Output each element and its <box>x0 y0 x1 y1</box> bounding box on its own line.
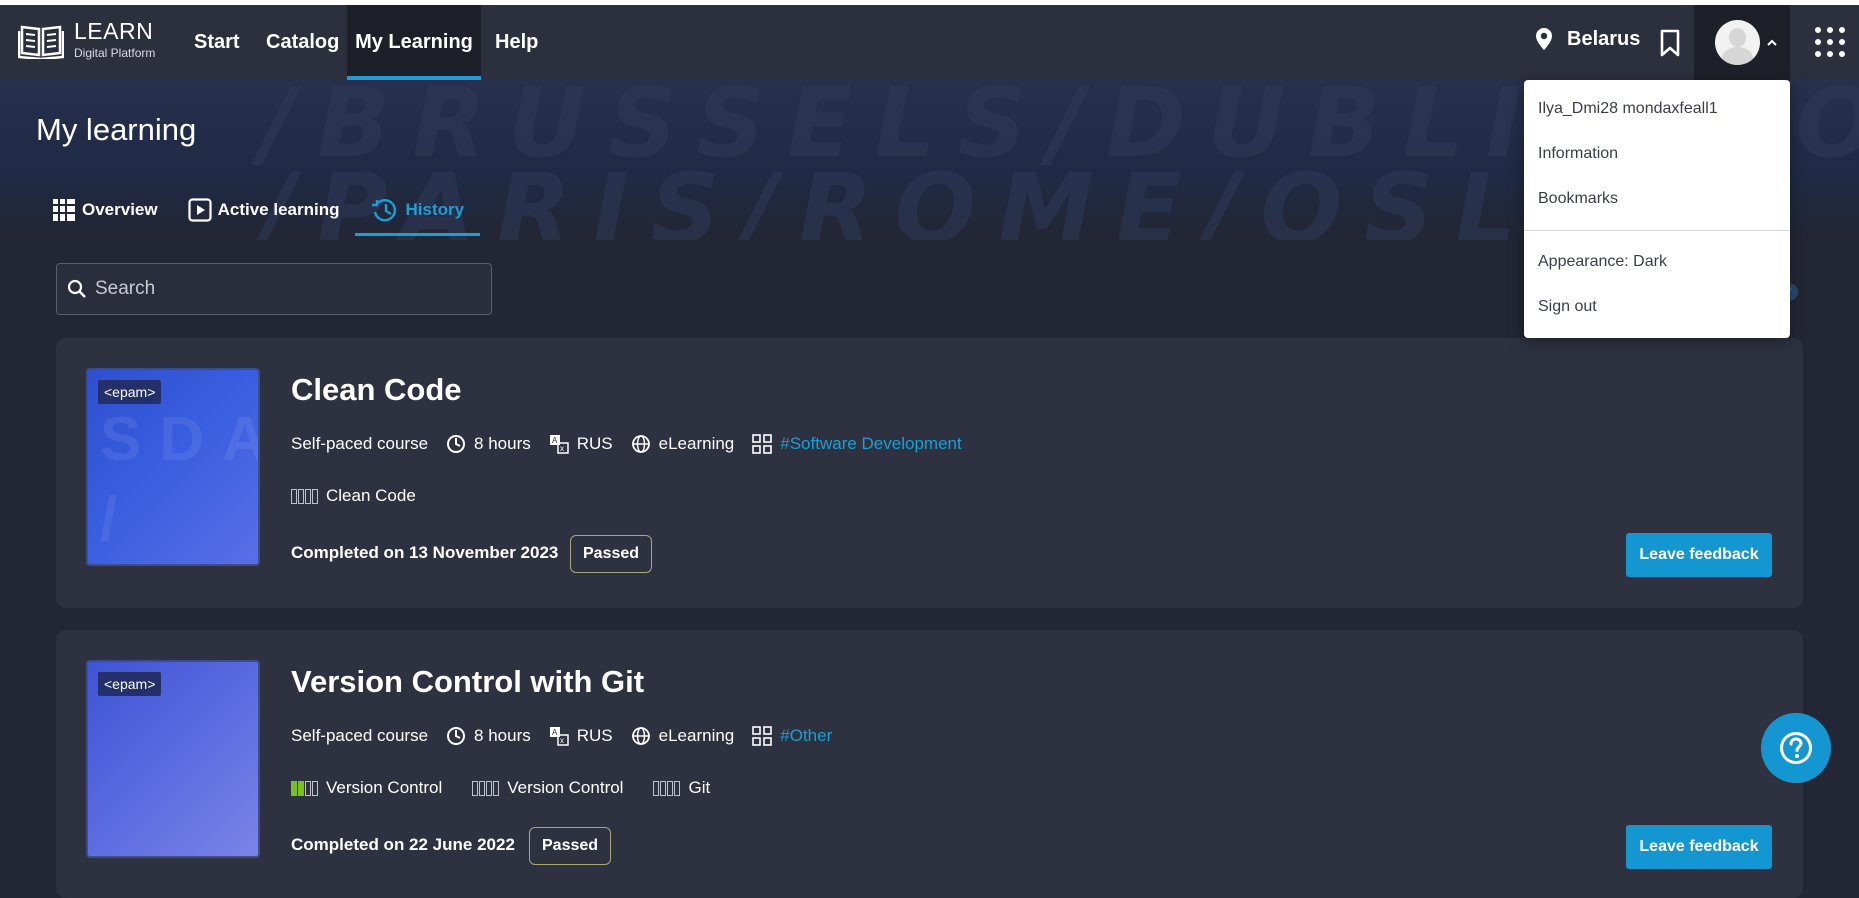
play-icon <box>188 198 212 222</box>
completion-date: Completed on 13 November 2023 <box>291 543 559 562</box>
apps-grid-icon[interactable] <box>1815 27 1845 57</box>
course-duration: 8 hours <box>474 726 531 745</box>
help-button[interactable] <box>1761 713 1831 783</box>
tab-overview[interactable]: Overview <box>52 184 158 236</box>
logo-subtitle: Digital Platform <box>74 45 156 60</box>
globe-icon <box>631 435 650 453</box>
menu-item-sign-out[interactable]: Sign out <box>1538 298 1597 316</box>
course-tag-link[interactable]: #Other <box>780 726 832 746</box>
tab-active-learning[interactable]: Active learning <box>188 184 340 236</box>
brand-badge: <epam> <box>98 672 162 696</box>
user-menu-toggle[interactable] <box>1694 5 1790 80</box>
skill-name: Clean Code <box>326 486 416 505</box>
svg-text:A: A <box>552 436 558 445</box>
course-duration: 8 hours <box>474 434 531 453</box>
menu-divider <box>1524 230 1790 231</box>
skill-name: Version Control <box>326 778 443 797</box>
skill-level-indicator <box>653 780 681 796</box>
tab-history[interactable]: History <box>355 184 480 236</box>
skill-name: Git <box>688 778 711 797</box>
avatar <box>1715 20 1760 65</box>
skill-item: Version Control <box>472 778 623 798</box>
course-language: RUS <box>576 434 613 453</box>
course-skills: Clean Code <box>291 486 446 506</box>
globe-icon <box>631 727 650 745</box>
course-meta: Self-paced course 8 hours Ax RUS eLearni… <box>291 434 980 454</box>
course-title[interactable]: Clean Code <box>291 372 462 408</box>
course-meta: Self-paced course 8 hours Ax RUS eLearni… <box>291 726 850 746</box>
menu-item-appearance[interactable]: Appearance: Dark <box>1538 253 1667 271</box>
course-thumbnail[interactable]: SDA / FE <epam> <box>86 368 260 566</box>
learning-tabs: Overview Active learning History <box>52 184 510 236</box>
nav-help[interactable]: Help <box>495 5 538 80</box>
course-thumbnail[interactable]: <epam> <box>86 660 260 858</box>
course-type: Self-paced course <box>291 434 429 453</box>
course-card: SDA / FE <epam> Clean Code Self-paced co… <box>56 338 1803 608</box>
leave-feedback-button[interactable]: Leave feedback <box>1626 533 1772 577</box>
leave-feedback-button[interactable]: Leave feedback <box>1626 825 1772 869</box>
search-icon <box>67 279 86 298</box>
book-logo-icon <box>18 25 64 59</box>
location-pin-icon <box>1536 28 1552 50</box>
status-badge: Passed <box>529 827 612 865</box>
skill-item: Version Control <box>291 778 442 798</box>
tab-active-learning-label: Active learning <box>217 200 340 219</box>
skill-item: Clean Code <box>291 486 416 506</box>
course-type: Self-paced course <box>291 726 429 745</box>
skill-level-indicator <box>291 488 319 504</box>
tab-overview-label: Overview <box>82 200 158 219</box>
tab-history-label: History <box>405 200 465 219</box>
skill-level-indicator <box>472 780 500 796</box>
thumbnail-pattern: SDA / FE <box>100 405 258 554</box>
skill-item: Git <box>653 778 710 798</box>
location-selector[interactable]: Belarus <box>1535 27 1640 51</box>
completion-date: Completed on 22 June 2022 <box>291 835 515 854</box>
menu-item-bookmarks[interactable]: Bookmarks <box>1538 190 1618 208</box>
course-skills: Version Control Version Control Git <box>291 778 740 798</box>
svg-text:x: x <box>560 736 564 745</box>
help-icon <box>1780 732 1812 764</box>
course-tag-link[interactable]: #Software Development <box>780 434 961 454</box>
skill-name: Version Control <box>507 778 624 797</box>
svg-text:x: x <box>560 444 564 453</box>
tag-grid-icon <box>752 434 773 454</box>
menu-item-information[interactable]: Information <box>1538 145 1618 163</box>
logo-title: LEARN <box>74 17 154 44</box>
top-navbar: LEARN Digital Platform Start Catalog My … <box>0 5 1859 80</box>
location-label: Belarus <box>1567 27 1641 50</box>
search-box <box>56 263 492 315</box>
language-icon: Ax <box>549 435 569 454</box>
course-format: eLearning <box>658 434 735 453</box>
svg-text:A: A <box>552 728 558 737</box>
search-input[interactable] <box>95 278 475 300</box>
course-card: <epam> Version Control with Git Self-pac… <box>56 630 1803 898</box>
nav-start[interactable]: Start <box>194 5 240 80</box>
course-title[interactable]: Version Control with Git <box>291 664 644 700</box>
user-dropdown-menu: Ilya_Dmi28 mondaxfeall1 Information Book… <box>1524 80 1790 338</box>
clock-icon <box>447 727 466 745</box>
course-language: RUS <box>576 726 613 745</box>
user-name: Ilya_Dmi28 mondaxfeall1 <box>1538 100 1718 117</box>
language-icon: Ax <box>549 727 569 746</box>
nav-catalog[interactable]: Catalog <box>266 5 339 80</box>
clock-icon <box>447 435 466 453</box>
bookmark-icon[interactable] <box>1659 29 1681 57</box>
tag-grid-icon <box>752 726 773 746</box>
brand-badge: <epam> <box>98 380 162 404</box>
skill-level-indicator <box>291 780 319 796</box>
overview-grid-icon <box>53 199 75 221</box>
chevron-up-icon <box>1767 39 1777 46</box>
status-badge: Passed <box>570 535 653 573</box>
history-icon <box>372 199 397 222</box>
course-format: eLearning <box>658 726 735 745</box>
page-title: My learning <box>36 112 197 147</box>
nav-my-learning[interactable]: My Learning <box>347 5 481 80</box>
logo[interactable]: LEARN Digital Platform <box>18 19 155 59</box>
